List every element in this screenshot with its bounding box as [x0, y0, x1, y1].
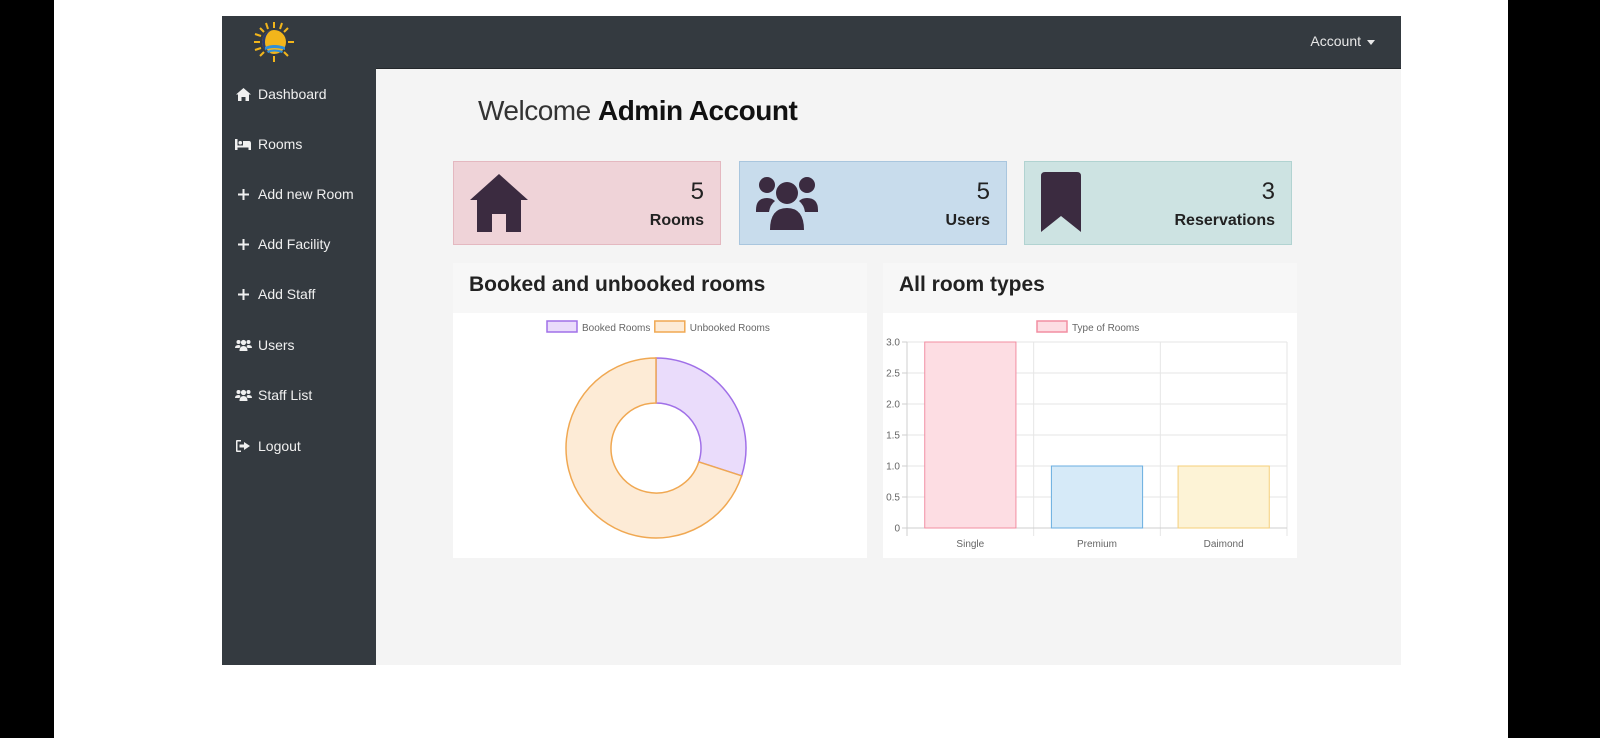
sidebar-item-logout[interactable]: Logout: [222, 428, 376, 464]
page-title: Welcome Admin Account: [478, 95, 798, 127]
x-tick-label: Daimond: [1204, 539, 1244, 550]
home-icon: [470, 172, 528, 237]
sign-out-icon: [234, 440, 252, 452]
users-icon: [234, 389, 252, 401]
sidebar-item-label: Users: [258, 337, 295, 353]
sidebar-item-label: Add Staff: [258, 286, 316, 302]
plus-icon: [234, 288, 252, 300]
stat-card-rooms[interactable]: 5 Rooms: [453, 161, 721, 245]
stat-card-users[interactable]: 5 Users: [739, 161, 1007, 245]
sidebar-item-add-staff[interactable]: Add Staff: [222, 276, 376, 312]
stat-label: Users: [945, 212, 990, 229]
sidebar-item-dashboard[interactable]: Dashboard: [222, 76, 376, 112]
plus-icon: [234, 238, 252, 250]
y-tick-label: 1.0: [886, 462, 900, 473]
bed-icon: [234, 138, 252, 150]
donut-slice: [655, 357, 747, 477]
hotel-logo-icon[interactable]: [252, 20, 296, 64]
stat-value: 3: [1261, 178, 1275, 205]
welcome-prefix: Welcome: [478, 95, 591, 126]
x-tick-label: Single: [956, 539, 984, 550]
stat-label: Reservations: [1174, 212, 1276, 229]
legend-label: Type of Rooms: [1072, 323, 1139, 334]
y-tick-label: 3.0: [886, 338, 900, 349]
sidebar-item-label: Dashboard: [258, 86, 327, 102]
y-tick-label: 1.5: [886, 431, 900, 442]
bar: [1177, 465, 1270, 529]
users-icon: [756, 172, 818, 239]
top-navbar: Account: [222, 16, 1401, 69]
y-tick-label: 2.0: [886, 400, 900, 411]
sidebar-item-label: Rooms: [258, 136, 303, 152]
sidebar-item-label: Add Facility: [258, 236, 331, 252]
legend-swatch: [1036, 320, 1068, 333]
users-icon: [234, 339, 252, 351]
panel-title-room-types: All room types: [899, 273, 1045, 296]
sidebar-item-label: Add new Room: [258, 186, 354, 202]
main-content: Welcome Admin Account 5 Rooms 5 Users 3 …: [376, 68, 1401, 665]
sidebar-item-staff-list[interactable]: Staff List: [222, 377, 376, 413]
stat-value: 5: [976, 178, 990, 205]
sidebar-item-label: Staff List: [258, 387, 313, 403]
legend-label: Booked Rooms: [582, 323, 650, 334]
chart-room-types: Type of Rooms 0 0.5 1.0 1.5 2.0 2.5 3.0 Single Pr…: [883, 313, 1297, 558]
right-letterbox: [1508, 0, 1600, 738]
caret-down-icon: [1367, 39, 1375, 45]
sidebar-item-add-facility[interactable]: Add Facility: [222, 226, 376, 262]
legend-label: Unbooked Rooms: [690, 323, 770, 334]
y-tick-label: 0: [894, 524, 900, 535]
bar: [1050, 465, 1144, 529]
sidebar-item-users[interactable]: Users: [222, 327, 376, 363]
left-letterbox: [0, 0, 54, 738]
home-icon: [234, 87, 252, 101]
admin-app: Account Dashboard Rooms Add new Room Add…: [222, 16, 1401, 665]
sidebar-item-rooms[interactable]: Rooms: [222, 126, 376, 162]
donut-chart-svg: Booked Rooms Unbooked Rooms: [546, 320, 770, 539]
sidebar-item-label: Logout: [258, 438, 301, 454]
stat-value: 5: [690, 178, 704, 205]
sidebar: Dashboard Rooms Add new Room Add Facilit…: [222, 68, 376, 665]
y-tick-label: 0.5: [886, 493, 900, 504]
welcome-user-name: Admin Account: [597, 95, 798, 126]
plus-icon: [234, 188, 252, 200]
account-dropdown[interactable]: Account: [1310, 33, 1375, 49]
bookmark-icon: [1041, 172, 1081, 237]
legend-swatch: [546, 320, 578, 333]
legend-swatch: [654, 320, 686, 333]
chart-booked-unbooked: Booked Rooms Unbooked Rooms: [453, 313, 867, 558]
x-tick-label: Premium: [1077, 539, 1117, 550]
bar: [924, 341, 1017, 529]
y-tick-label: 2.5: [886, 369, 900, 380]
sidebar-item-add-new-room[interactable]: Add new Room: [222, 176, 376, 212]
bar-chart-svg: Type of Rooms 0 0.5 1.0 1.5 2.0 2.5 3.0 Single Pr…: [886, 320, 1288, 550]
stat-card-reservations[interactable]: 3 Reservations: [1024, 161, 1292, 245]
panel-title-booked-rooms: Booked and unbooked rooms: [469, 273, 766, 296]
account-label: Account: [1310, 33, 1361, 49]
stat-label: Rooms: [649, 212, 704, 229]
